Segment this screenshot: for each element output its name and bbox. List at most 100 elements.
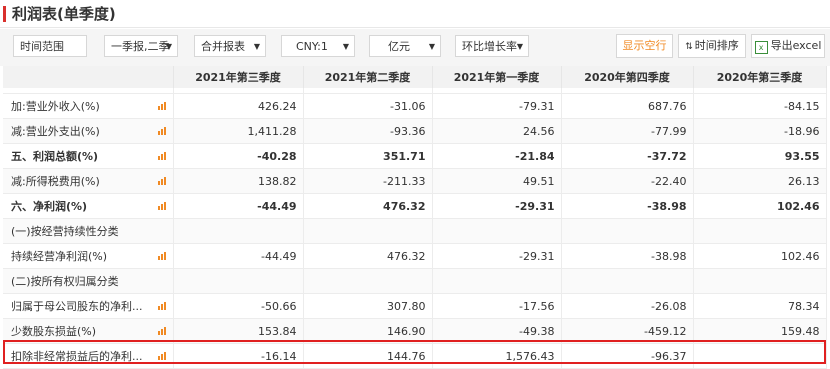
value-cell: -77.99 [561,118,694,144]
table-row: 减:营业外支出(%) 1,411.28 -93.36 24.56 -77.99 -18.9… [3,118,827,144]
value-cell: -16.14 [173,343,304,369]
column-header[interactable]: 2020年第三季度 [693,66,827,88]
bar-chart-icon[interactable] [157,302,167,310]
time-range-text: 时间范围 [20,40,64,53]
bar-chart-icon[interactable] [157,127,167,135]
bar-chart-icon[interactable] [157,352,167,360]
table-row: 持续经营净利润(%) -44.49 476.32 -29.31 -38.98 102.46 [3,243,827,269]
table-header-row: 2021年第三季度 2021年第二季度 2021年第一季度 2020年第四季度 … [3,66,827,88]
table-row: 少数股东损益(%) 153.84 146.90 -49.38 -459.12 159.48 [3,318,827,344]
value-cell: 138.82 [173,168,304,194]
value-cell [561,218,694,244]
value-cell: 78.34 [693,293,827,319]
table-row: 归属于母公司股东的净利... -50.66 307.80 -17.56 -26.08 78… [3,293,827,319]
unit-value: 亿元 [388,40,410,53]
growth-select[interactable]: 环比增长率 ▼ [455,35,529,57]
export-excel-label: 导出excel [770,39,822,52]
row-label-cell: 减:所得税费用(%) [3,168,174,194]
value-cell: 144.76 [303,343,433,369]
value-cell: 1,576.43 [432,343,562,369]
currency-value: CNY:1 [296,40,328,53]
unit-select[interactable]: 亿元 ▼ [369,35,441,57]
value-cell: 93.55 [693,143,827,169]
row-label-cell: 少数股东损益(%) [3,318,174,344]
title-bar: 利润表(单季度) [0,0,830,28]
value-cell: -37.72 [561,143,694,169]
currency-select[interactable]: CNY:1 ▼ [281,35,355,57]
growth-value: 环比增长率 [462,40,517,53]
table-header-label [3,66,174,88]
value-cell: -26.08 [561,293,694,319]
row-label-cell: 减:营业外支出(%) [3,118,174,144]
column-header[interactable]: 2021年第一季度 [432,66,562,88]
value-cell: 102.46 [693,193,827,219]
value-cell: 351.71 [303,143,433,169]
show-empty-rows-label: 显示空行 [622,39,667,52]
row-label: 减:所得税费用(%) [11,175,100,188]
value-cell: -21.84 [432,143,562,169]
report-type-select[interactable]: 合并报表 ▼ [194,35,266,57]
page-title: 利润表(单季度) [12,5,116,23]
value-cell: 476.32 [303,243,433,269]
value-cell: -29.31 [432,243,562,269]
table-row: 扣除非经常损益后的净利... -16.14 144.76 1,576.43 -96.37 [3,343,827,369]
bar-chart-icon[interactable] [157,152,167,160]
bar-chart-icon[interactable] [157,102,167,110]
value-cell: -79.31 [432,93,562,119]
row-label-cell: 归属于母公司股东的净利... [3,293,174,319]
value-cell: 426.24 [173,93,304,119]
column-header[interactable]: 2021年第二季度 [303,66,433,88]
value-cell: 146.90 [303,318,433,344]
value-cell: -96.37 [561,343,694,369]
chevron-down-icon: ▼ [253,42,260,51]
table-row: 加:营业外收入(%) 426.24 -31.06 -79.31 687.76 -84.15 [3,93,827,119]
value-cell [303,268,433,294]
value-cell: -31.06 [303,93,433,119]
value-cell [173,218,304,244]
table-row: 六、净利润(%) -44.49 476.32 -29.31 -38.98 102.46 [3,193,827,219]
bar-chart-icon[interactable] [157,327,167,335]
period-select[interactable]: 一季报,二季 ▼ [104,35,178,57]
table-row: 五、利润总额(%) -40.28 351.71 -21.84 -37.72 93.55 [3,143,827,169]
value-cell: 307.80 [303,293,433,319]
table-row: 减:所得税费用(%) 138.82 -211.33 49.51 -22.40 26.13 [3,168,827,194]
row-label-cell: (二)按所有权归属分类 [3,268,174,294]
value-cell [561,268,694,294]
time-sort-label: 时间排序 [694,39,739,52]
value-cell: -29.31 [432,193,562,219]
row-label-cell: 五、利润总额(%) [3,143,174,169]
column-header[interactable]: 2020年第四季度 [561,66,694,88]
title-divider [0,27,830,28]
bar-chart-icon[interactable] [157,177,167,185]
bar-chart-icon[interactable] [157,252,167,260]
value-cell: 159.48 [693,318,827,344]
row-label-cell: 扣除非经常损益后的净利... [3,343,174,369]
table-row: (一)按经营持续性分类 [3,218,827,244]
value-cell [432,268,562,294]
report-type-value: 合并报表 [201,40,245,53]
value-cell [303,218,433,244]
value-cell: 49.51 [432,168,562,194]
value-cell [693,218,827,244]
period-select-value: 一季报,二季 [111,40,170,53]
value-cell [693,268,827,294]
value-cell [432,218,562,244]
value-cell: -50.66 [173,293,304,319]
income-statement-table: 2021年第三季度 2021年第二季度 2021年第一季度 2020年第四季度 … [3,66,827,369]
value-cell: -84.15 [693,93,827,119]
table-body: 加:营业外收入(%) 426.24 -31.06 -79.31 687.76 -84.15… [3,88,827,369]
value-cell: -459.12 [561,318,694,344]
export-excel-button[interactable]: x 导出excel [751,34,825,58]
row-label: 归属于母公司股东的净利... [11,300,143,313]
column-header[interactable]: 2021年第三季度 [173,66,304,88]
chevron-down-icon: ▼ [428,42,435,51]
row-label-cell: 加:营业外收入(%) [3,93,174,119]
time-sort-button[interactable]: ⇅ 时间排序 [678,34,746,58]
value-cell: 24.56 [432,118,562,144]
value-cell: 153.84 [173,318,304,344]
value-cell: -211.33 [303,168,433,194]
bar-chart-icon[interactable] [157,202,167,210]
value-cell: -44.49 [173,243,304,269]
value-cell: -17.56 [432,293,562,319]
show-empty-rows-button[interactable]: 显示空行 [616,34,673,58]
